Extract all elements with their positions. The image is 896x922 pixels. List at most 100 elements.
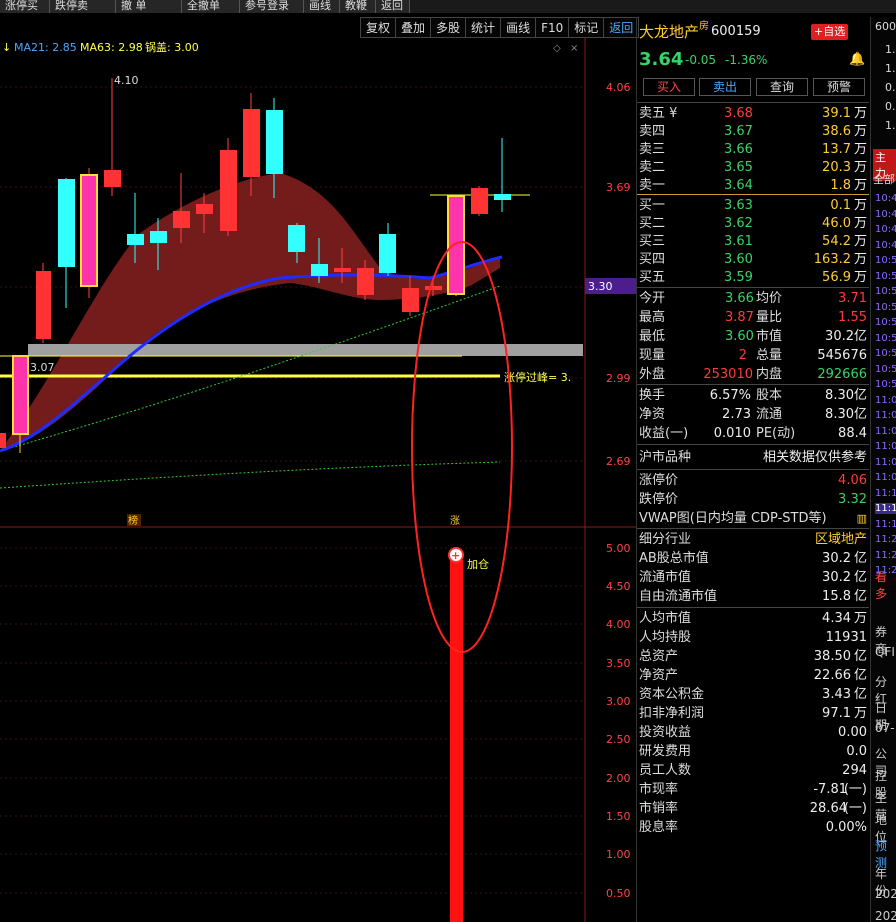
signal-bar [450, 560, 463, 922]
sell-level: 卖五 ¥3.68 39.1 万 [639, 106, 867, 121]
marker-bang: 榜 [128, 514, 138, 527]
login-button[interactable]: 参号登录 [240, 0, 304, 13]
fund-row: 员工人数 294 [639, 763, 867, 778]
limit-label: 涨停过峰= 3. [504, 370, 571, 384]
buy-level: 买二 3.62 46.0 万 [639, 216, 867, 231]
draw-line-button[interactable]: 画线 [304, 0, 340, 13]
quote-row: 外盘 253010 内盘 292666 [639, 367, 867, 382]
trade-time: 11:0 [875, 456, 896, 468]
svg-text:3.50: 3.50 [606, 657, 631, 670]
quote-row: 现量 2 总量 545676 [639, 348, 867, 363]
limit-down-row: 跌停价 3.32 [639, 492, 867, 507]
fund-row: 人均持股 11931 [639, 630, 867, 645]
fund-row: 研发费用 0.0 [639, 744, 867, 759]
trade-time: 11:0 [875, 410, 896, 421]
side-text: 07- [875, 721, 895, 735]
buy-level: 买五 3.59 56.9 万 [639, 270, 867, 285]
price-label: 4.06 [606, 81, 631, 94]
stock-badge: 房 [699, 21, 709, 32]
trade-time: 10:5 [875, 270, 896, 282]
cap-row: 流通市值 30.2 亿 [639, 570, 867, 585]
side-text: 202 [875, 909, 896, 922]
svg-text:2.00: 2.00 [606, 772, 631, 785]
guogai-legend: 锅盖: 3.00 [145, 40, 199, 54]
mark-button[interactable]: 标记 [568, 17, 604, 38]
price-change: -0.05 [685, 53, 717, 67]
ma-longer-line [0, 461, 501, 489]
statistics-button[interactable]: 统计 [465, 17, 501, 38]
buy-button[interactable]: 买入 [643, 78, 695, 96]
cancel-order-button[interactable]: 撤 单 [116, 0, 182, 13]
fund-row: 市现率 -7.81 (一) [639, 782, 867, 797]
overlay-button[interactable]: 叠加 [395, 17, 431, 38]
chart-icon: ▥ [856, 512, 867, 525]
pointer-button[interactable]: 教鞭 [340, 0, 376, 13]
industry-row: 细分行业 区域地产 [639, 532, 867, 547]
sub-grid [0, 547, 585, 894]
trade-time: 10:4 [875, 208, 896, 220]
sell-level: 卖三 3.66 13.7 万 [639, 142, 867, 157]
sell-button[interactable]: 卖出 [699, 78, 751, 96]
fund-row: 总资产 38.50 亿 [639, 649, 867, 664]
query-button[interactable]: 查询 [756, 78, 808, 96]
buy-level: 买三 3.61 54.2 万 [639, 234, 867, 249]
trade-time: 11:0 [875, 472, 896, 483]
cancel-all-button[interactable]: 全撤单 [182, 0, 240, 13]
cap-row: AB股总市值 30.2 亿 [639, 551, 867, 566]
restore-rights-button[interactable]: 复权 [360, 17, 396, 38]
stock-code: 600159 [711, 24, 761, 39]
limit-down-sell-button[interactable]: 跌停卖 [50, 0, 116, 13]
legend-icon: ↓ [2, 41, 11, 54]
quote-row: 最低 3.60 市值 30.2亿 [639, 329, 867, 344]
trade-time: 11:0 [875, 394, 896, 406]
vwap-row[interactable]: VWAP图(日内均量 CDP-STD等) ▥ [637, 509, 869, 528]
ma63-legend: MA63: 2.98 [80, 41, 143, 54]
svg-text:4.50: 4.50 [606, 580, 631, 593]
chart-toolbar: 复权 叠加 多股 统计 画线 F10 标记 返回 [360, 17, 640, 38]
marker-zhang: 涨 [450, 515, 460, 527]
trade-time: 11:2 [875, 549, 896, 561]
svg-text:3.00: 3.00 [606, 695, 631, 708]
price-label: 3.69 [606, 181, 631, 194]
f10-button[interactable]: F10 [535, 17, 569, 38]
add-favorite-button[interactable]: +自选 [811, 24, 849, 40]
trade-time: 10:5 [875, 348, 896, 359]
trade-time: 10:4 [875, 224, 896, 235]
alert-button[interactable]: 预警 [813, 78, 865, 96]
trade-time: 10:5 [875, 363, 896, 375]
sell-level: 卖二 3.65 20.3 万 [639, 160, 867, 175]
fund-row: 资本公积金 3.43 亿 [639, 687, 867, 702]
stock-name: 大龙地产 [639, 23, 700, 41]
fund-row: 市销率 28.64 (一) [639, 801, 867, 816]
ma21-legend: MA21: 2.85 [14, 41, 77, 54]
stat-row: 收益(一) 0.010 PE(动) 88.4 [639, 426, 867, 441]
back-button[interactable]: 返回 [376, 0, 410, 13]
quote-row: 今开 3.66 均价 3.71 [639, 291, 867, 306]
close-icon: × [570, 43, 578, 54]
svg-text:5.00: 5.00 [606, 542, 631, 555]
limit-up-buy-button[interactable]: 涨停买 [0, 0, 50, 13]
cap-row: 自由流通市值 15.8 亿 [639, 589, 867, 604]
trade-time: 10:5 [875, 286, 896, 297]
all-tab[interactable]: 全部 [873, 171, 895, 187]
stock-header: 大龙地产 房 600159 +自选 [637, 21, 869, 43]
kline-chart[interactable]: ↓ MA21: 2.85 MA63: 2.98 锅盖: 3.00 ◇ × 4.0… [0, 38, 636, 922]
svg-text:+: + [451, 549, 460, 562]
trade-time: 10:5 [875, 301, 896, 313]
trade-time: 11:2 [875, 534, 896, 545]
chart-draw-button[interactable]: 画线 [500, 17, 536, 38]
sell-level: 卖一 3.64 1.8 万 [639, 178, 867, 193]
fund-row: 人均市值 4.34 万 [639, 611, 867, 626]
trade-time: 10:5 [875, 317, 896, 328]
last-price: 3.64 [639, 49, 684, 70]
side-text: QFI [875, 645, 895, 659]
stat-row: 净资 2.73 流通 8.30亿 [639, 407, 867, 422]
multi-stock-button[interactable]: 多股 [430, 17, 466, 38]
side-text: 202 [875, 887, 896, 901]
market-section-header: 沪市品种 相关数据仅供参考 [639, 450, 867, 465]
quote-row: 最高 3.87 量比 1.55 [639, 310, 867, 325]
trade-time: 11:1 [875, 487, 896, 499]
svg-text:2.50: 2.50 [606, 733, 631, 746]
stat-row: 换手 6.57% 股本 8.30亿 [639, 388, 867, 403]
chart-back-button[interactable]: 返回 [603, 17, 640, 38]
